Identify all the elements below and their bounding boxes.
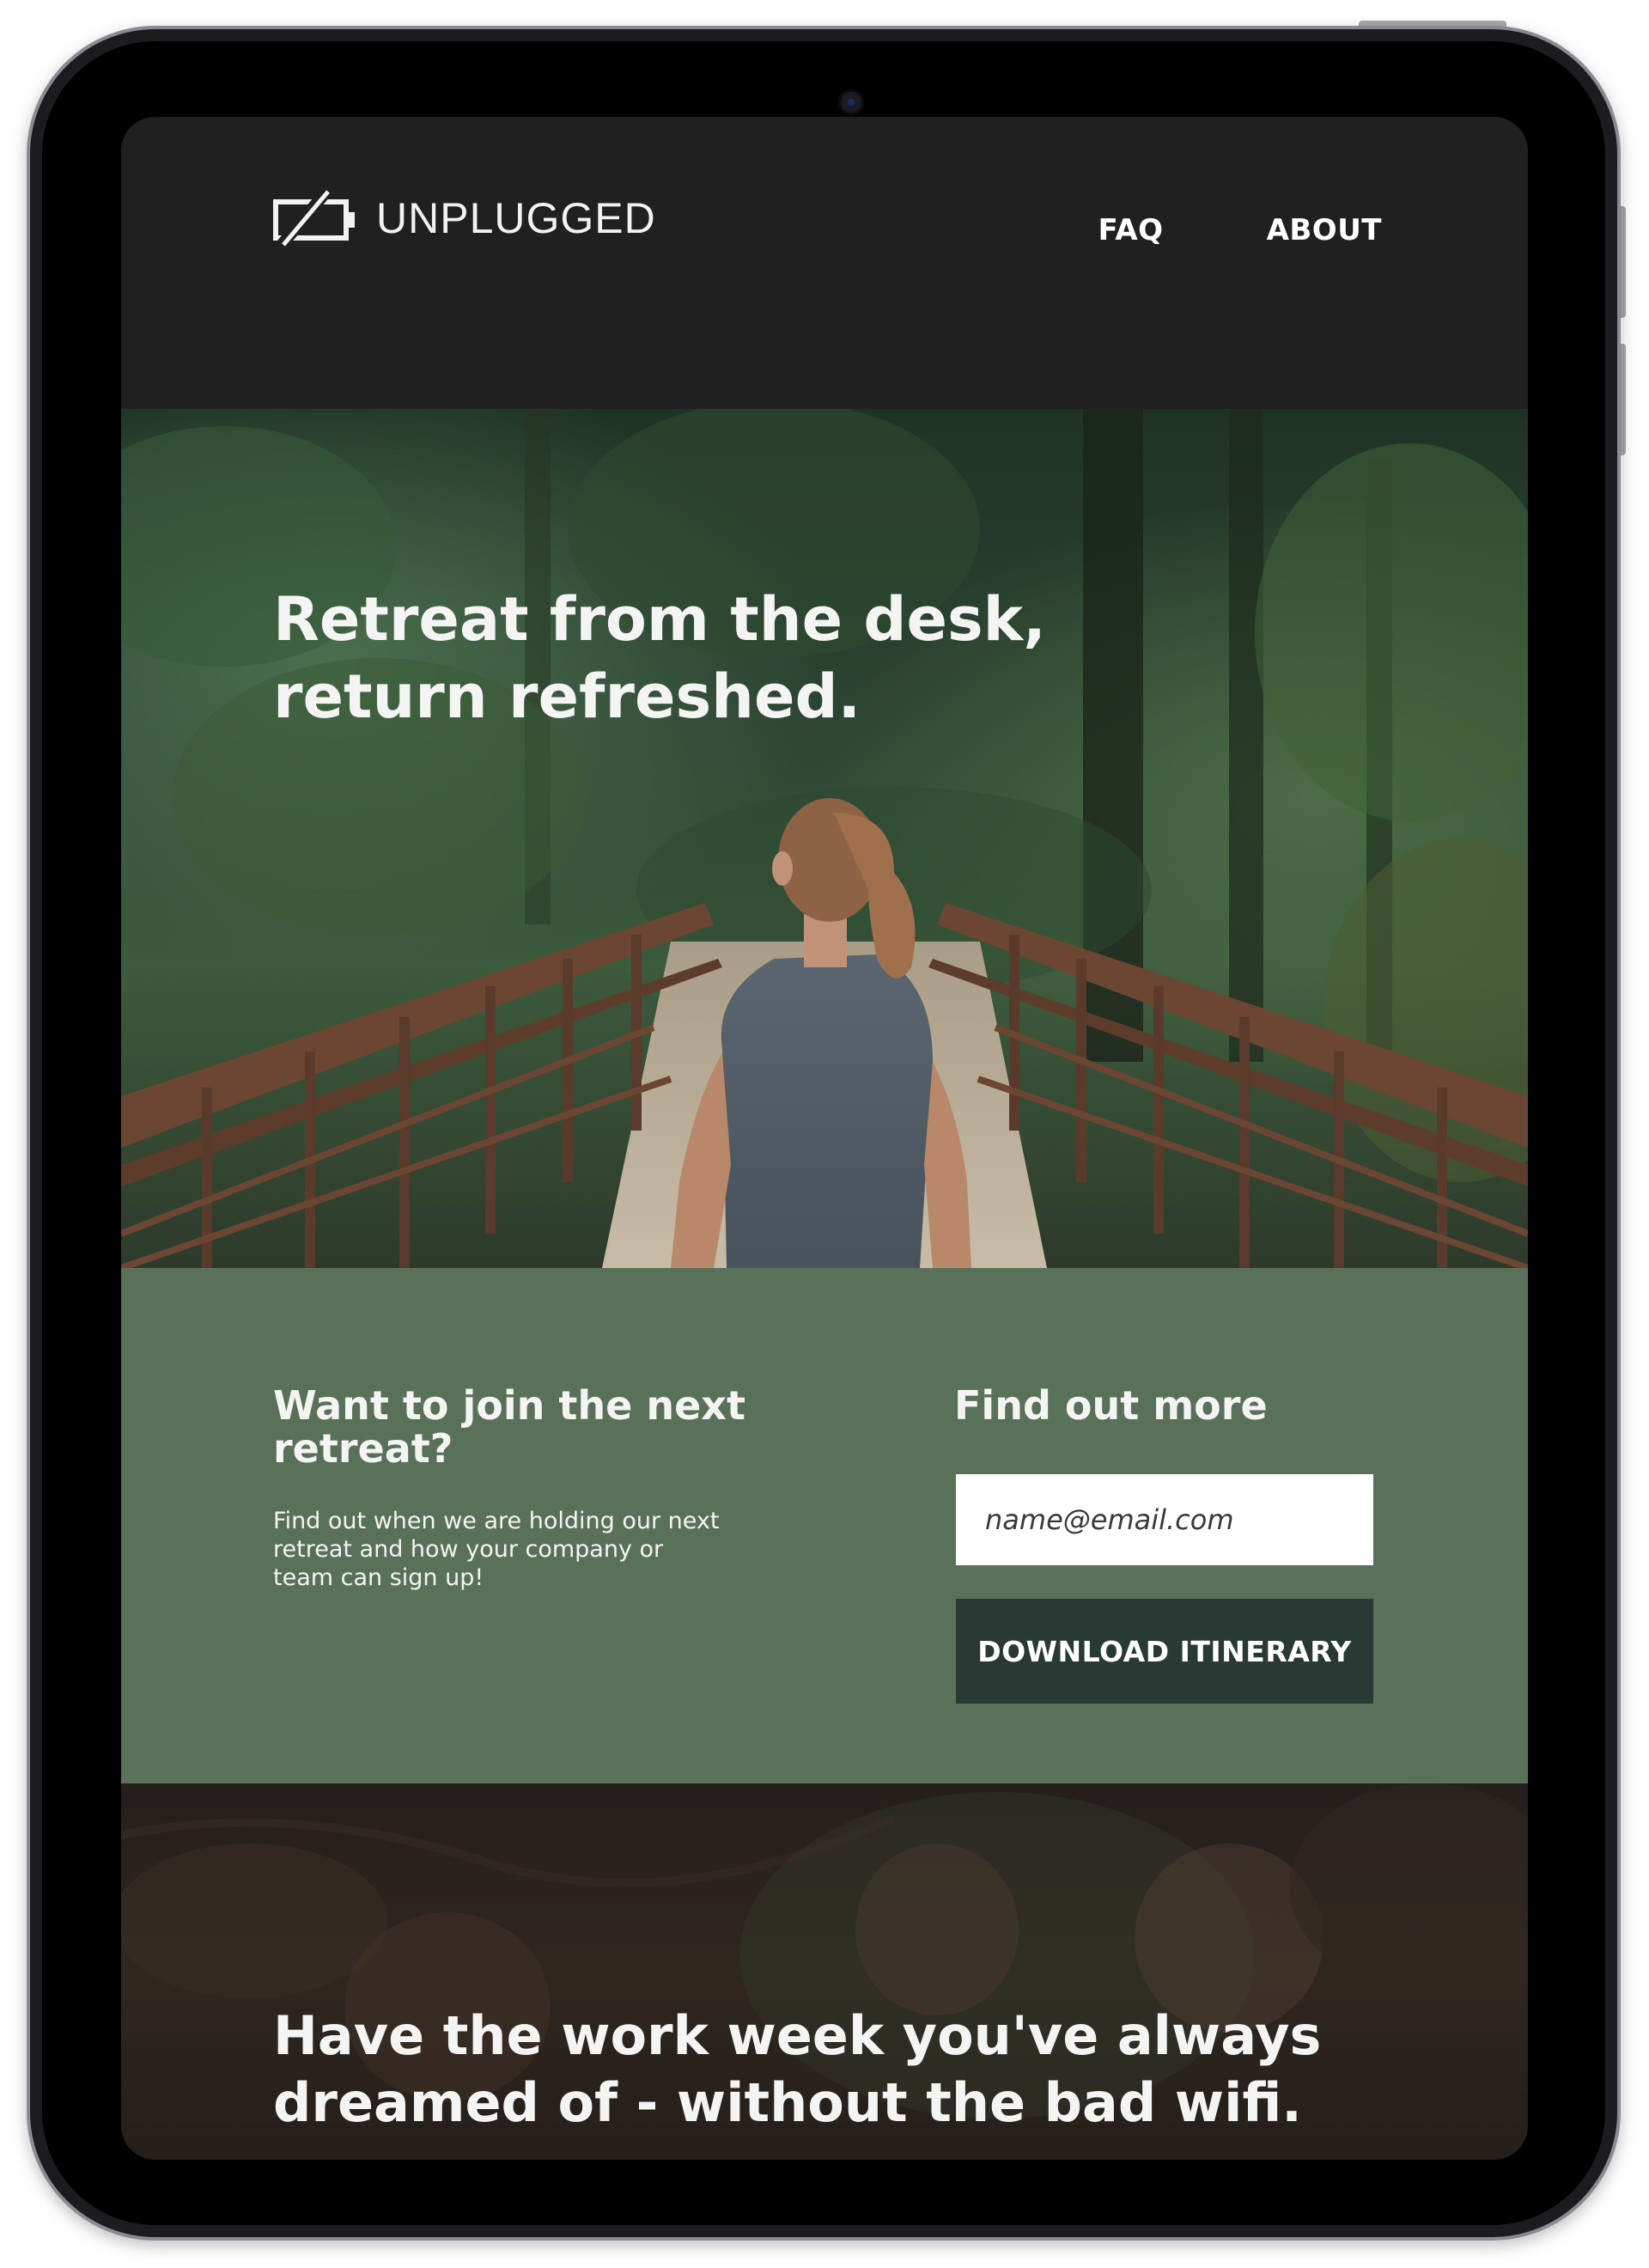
front-camera (838, 89, 864, 115)
bottom-title: Have the work week you've always dreamed… (273, 2004, 1322, 2134)
bottom-section: Have the work week you've always dreamed… (121, 1783, 1528, 2160)
screen: UNPLUGGED FAQ ABOUT Retreat from the des… (121, 117, 1528, 2160)
nav-about[interactable]: ABOUT (1267, 213, 1382, 247)
site-header: UNPLUGGED FAQ ABOUT (121, 117, 1528, 409)
signup-title: Want to join the next retreat? (273, 1382, 745, 1472)
signup-description: Find out when we are holding our next re… (273, 1508, 720, 1591)
download-itinerary-button[interactable]: DOWNLOAD ITINERARY (956, 1599, 1373, 1704)
brand-logo[interactable]: UNPLUGGED (273, 190, 656, 247)
hero-section: Retreat from the desk, return refreshed. (121, 409, 1528, 1268)
brand-name: UNPLUGGED (376, 194, 656, 242)
hero-title: Retreat from the desk, return refreshed. (273, 584, 1046, 732)
nav-faq[interactable]: FAQ (1098, 213, 1164, 247)
woman-on-forest-bridge-photo (121, 409, 1528, 1268)
main-nav: FAQ ABOUT (1098, 213, 1382, 247)
email-input[interactable] (956, 1474, 1373, 1565)
dead-battery-icon (273, 190, 359, 247)
find-out-more-title: Find out more (954, 1382, 1268, 1429)
signup-section: Want to join the next retreat? Find out … (121, 1268, 1528, 1783)
